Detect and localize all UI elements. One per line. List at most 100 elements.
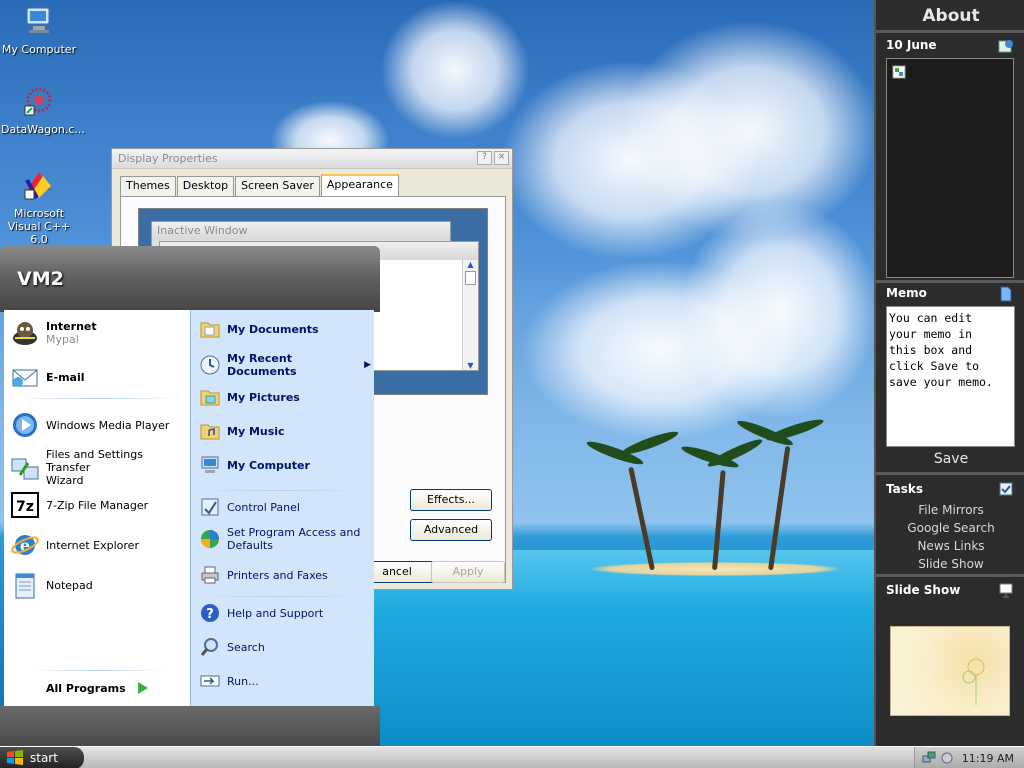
folder-music-icon <box>200 424 220 440</box>
recent-notepad[interactable]: Notepad <box>10 570 93 600</box>
all-programs-label: All Programs <box>46 681 126 695</box>
date-panel <box>886 58 1014 278</box>
pinned-email-label: E-mail <box>46 370 85 384</box>
volume-icon[interactable] <box>940 751 954 765</box>
help-button[interactable]: ? <box>477 151 492 165</box>
memo-save-button[interactable]: Save <box>876 451 1024 467</box>
memo-icon[interactable] <box>998 286 1014 302</box>
broken-image-icon <box>892 65 906 79</box>
folder-documents-icon <box>200 322 220 338</box>
tab-screen-saver[interactable]: Screen Saver <box>235 176 320 196</box>
menu-label: Printers and Faxes <box>227 568 328 582</box>
start-menu: VM2 Internet Mypal E-mail Windows Media … <box>0 246 380 746</box>
dialog-tabs: Themes Desktop Screen Saver Appearance <box>120 174 400 196</box>
recent-item-label: 7-Zip File Manager <box>46 498 149 512</box>
7zip-icon: 7z <box>11 492 39 518</box>
dialog-titlebar[interactable]: Display Properties ? × <box>112 149 512 169</box>
pinned-internet[interactable]: Internet Mypal <box>10 318 97 348</box>
recent-internet-explorer[interactable]: e Internet Explorer <box>10 530 139 560</box>
submenu-arrow-icon: ▶ <box>364 360 371 370</box>
visual-cpp-icon <box>24 172 51 200</box>
sidebar: About 10 June Memo You can edit your mem… <box>874 0 1024 746</box>
desktop-icon-visual-cpp[interactable]: Microsoft Visual C++ 6.0 <box>1 168 77 246</box>
divider <box>876 280 1024 283</box>
cloud <box>380 0 530 140</box>
menu-set-program-access[interactable]: Set Program Access and Defaults <box>199 526 360 552</box>
slideshow-header: Slide Show <box>886 583 961 597</box>
menu-printers-faxes[interactable]: Printers and Faxes <box>199 564 328 586</box>
email-icon <box>12 369 38 387</box>
menu-label: Help and Support <box>227 606 324 620</box>
tab-themes[interactable]: Themes <box>120 176 176 196</box>
divider <box>876 30 1024 33</box>
windows-logo-icon <box>7 750 23 765</box>
tab-appearance[interactable]: Appearance <box>320 174 399 196</box>
recent-item-label-line2: Wizard <box>46 474 84 487</box>
scroll-up-arrow-icon: ▲ <box>467 260 474 269</box>
tab-desktop[interactable]: Desktop <box>176 176 235 196</box>
menu-control-panel[interactable]: Control Panel <box>199 496 300 518</box>
menu-help-support[interactable]: ? Help and Support <box>199 602 323 624</box>
task-news-links[interactable]: News Links <box>876 539 1024 553</box>
slideshow-icon[interactable] <box>998 582 1014 598</box>
date-header: 10 June <box>886 38 937 52</box>
svg-text:7z: 7z <box>16 499 34 515</box>
menu-my-recent-documents[interactable]: My Recent Documents ▶ <box>199 352 371 378</box>
menu-label: My Recent Documents <box>227 352 297 378</box>
menu-run[interactable]: Run... <box>199 670 259 692</box>
desktop-icon-my-computer[interactable]: My Computer <box>1 4 77 56</box>
menu-label: Search <box>227 640 265 654</box>
system-tray: 11:19 AM <box>914 747 1024 768</box>
recent-windows-media-player[interactable]: Windows Media Player <box>10 410 169 440</box>
memo-textarea[interactable]: You can edit your memo in this box and c… <box>886 306 1015 447</box>
all-programs-button[interactable]: All Programs <box>46 678 150 698</box>
menu-my-music[interactable]: My Music <box>199 420 285 442</box>
control-panel-icon <box>201 498 219 516</box>
apply-button[interactable]: Apply <box>431 561 505 583</box>
media-player-icon <box>13 413 37 437</box>
desktop-icon-datawagon[interactable]: DataWagon.c... <box>1 84 85 136</box>
task-file-mirrors[interactable]: File Mirrors <box>876 503 1024 517</box>
recent-7zip[interactable]: 7z 7-Zip File Manager <box>10 490 148 520</box>
help-icon: ? <box>201 604 219 622</box>
clock[interactable]: 11:19 AM <box>962 752 1014 765</box>
memo-header: Memo <box>886 286 927 300</box>
printer-icon <box>201 566 219 584</box>
divider <box>876 472 1024 475</box>
separator <box>201 596 361 597</box>
menu-my-documents[interactable]: My Documents <box>199 318 319 340</box>
pinned-email[interactable]: E-mail <box>10 362 85 392</box>
effects-button[interactable]: Effects... <box>410 489 492 511</box>
menu-my-computer[interactable]: My Computer <box>199 454 310 476</box>
network-icon[interactable] <box>922 751 936 765</box>
menu-search[interactable]: Search <box>199 636 265 658</box>
user-name: VM2 <box>17 268 64 290</box>
slideshow-image[interactable] <box>890 626 1010 716</box>
start-button[interactable]: start <box>0 747 84 768</box>
start-menu-header: VM2 <box>0 246 380 312</box>
dialog-title: Display Properties <box>118 152 218 165</box>
scroll-down-arrow-icon: ▼ <box>467 361 474 370</box>
pinned-internet-subtitle: Mypal <box>46 333 79 346</box>
close-button[interactable]: × <box>494 151 509 165</box>
transfer-wizard-icon <box>11 458 39 479</box>
program-access-icon <box>201 530 219 548</box>
tasks-icon[interactable] <box>998 481 1014 497</box>
recent-item-label: Notepad <box>46 578 93 592</box>
menu-label: My Documents <box>227 322 319 336</box>
menu-label: My Music <box>227 424 285 438</box>
separator <box>32 670 164 671</box>
menu-label: My Pictures <box>227 390 300 404</box>
divider <box>876 574 1024 577</box>
inactive-window-title: Inactive Window <box>152 222 450 240</box>
advanced-button[interactable]: Advanced <box>410 519 492 541</box>
task-google-search[interactable]: Google Search <box>876 521 1024 535</box>
start-menu-left-pane: Internet Mypal E-mail Windows Media Play… <box>4 310 190 706</box>
sidebar-title: About <box>922 6 980 26</box>
calendar-icon[interactable] <box>998 38 1014 54</box>
menu-label: My Computer <box>227 458 310 472</box>
recent-files-settings-transfer[interactable]: Files and Settings Transfer Wizard <box>10 448 190 487</box>
menu-my-pictures[interactable]: My Pictures <box>199 386 300 408</box>
mypal-browser-icon <box>13 322 37 345</box>
task-slide-show[interactable]: Slide Show <box>876 557 1024 571</box>
